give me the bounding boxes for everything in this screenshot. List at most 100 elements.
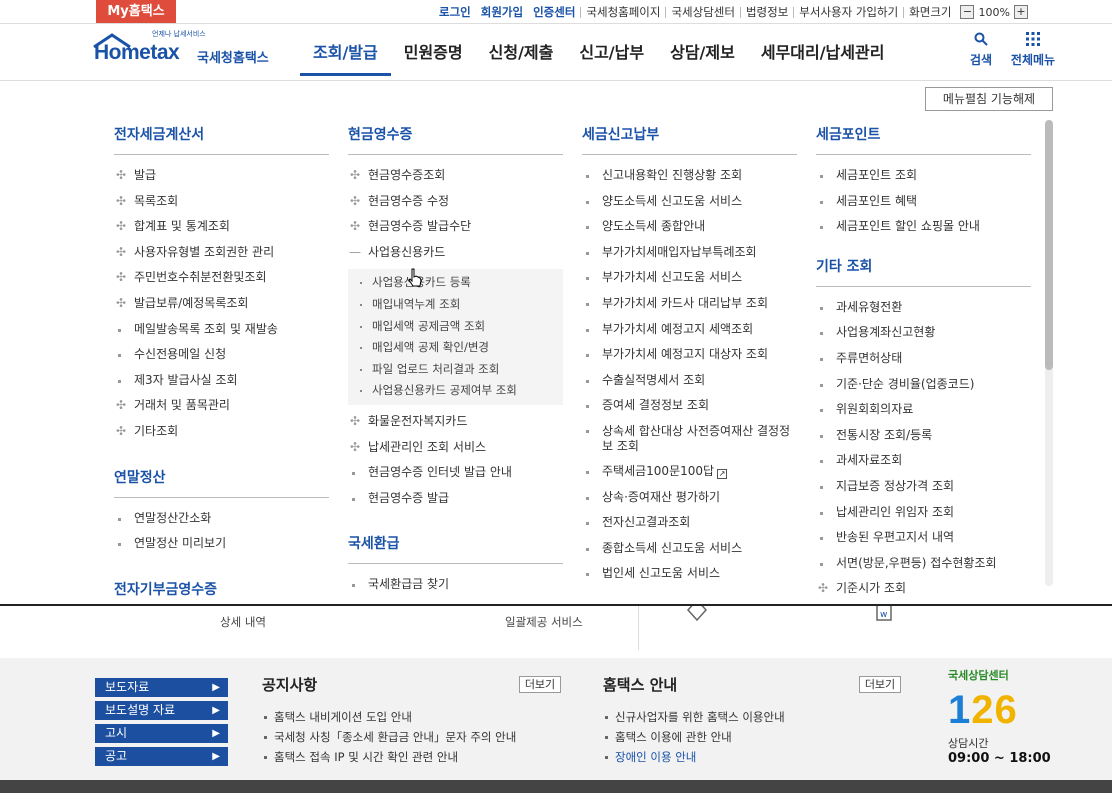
menu-item[interactable]: 상속·증여재산 평가하기	[582, 485, 797, 511]
menu-item[interactable]: ✣ 현금영수증 발급수단	[348, 214, 563, 240]
notice-item[interactable]: 국세청 사칭「종소세 환급금 안내」문자 주의 안내	[262, 729, 516, 745]
notice-item[interactable]: 홈택스 접속 IP 및 시간 확인 관련 안내	[262, 749, 458, 765]
section-title[interactable]: 전자세금계산서	[114, 124, 329, 155]
dept-user-signup-link[interactable]: 부서사용자 가입하기	[794, 4, 903, 20]
guide-more-button[interactable]: 더보기	[859, 676, 901, 693]
menu-item[interactable]: ✣ 거래처 및 품목관리	[114, 393, 329, 419]
menu-tax-agent[interactable]: 세무대리/납세관리	[748, 25, 898, 81]
menu-item[interactable]: 양도소득세 신고도움 서비스	[582, 189, 797, 215]
menu-item[interactable]: ✣ 납세관리인 조회 서비스	[348, 435, 563, 461]
menu-item[interactable]: 납세관리인 위임자 조회	[816, 500, 1031, 526]
press-release-button[interactable]: 보도자료 ▶	[95, 678, 228, 697]
menu-item[interactable]: 부가가치세 신고도움 서비스	[582, 265, 797, 291]
menu-item[interactable]: 수신전용메일 신청	[114, 342, 329, 368]
menu-item[interactable]: ✣ 목록조회	[114, 189, 329, 215]
menu-item[interactable]: 메일발송목록 조회 및 재발송	[114, 317, 329, 343]
menu-item[interactable]: 종합소득세 신고도움 서비스	[582, 536, 797, 562]
menu-item[interactable]: 기준·단순 경비율(업종코드)	[816, 372, 1031, 398]
submenu-item[interactable]: 파일 업로드 처리결과 조회	[348, 359, 563, 381]
guide-item[interactable]: 홈택스 이용에 관한 안내	[603, 729, 732, 745]
announcement-button[interactable]: 공고 ▶	[95, 747, 228, 766]
menu-item[interactable]: ✣ 발급	[114, 163, 329, 189]
menu-item[interactable]: 사업용계좌신고현황	[816, 320, 1031, 346]
menu-item[interactable]: 상속세 합산대상 사전증여재산 결정정보 조회	[582, 419, 797, 459]
menu-item[interactable]: 지급보증 정상가격 조회	[816, 474, 1031, 500]
search-button[interactable]: 검색	[955, 31, 1007, 68]
menu-item[interactable]: ✣ 사용자유형별 조회권한 관리	[114, 240, 329, 266]
menu-item[interactable]: ✣ 주민번호수취분전환및조회	[114, 265, 329, 291]
my-hometax-tab[interactable]: My홈택스	[96, 0, 176, 23]
menu-item[interactable]: 신고내용확인 진행상황 조회	[582, 163, 797, 189]
menu-item[interactable]: 세금포인트 혜택	[816, 189, 1031, 215]
menu-item[interactable]: 주택세금100문100답 ↗	[582, 459, 797, 485]
notice-button[interactable]: 고시 ▶	[95, 724, 228, 743]
panel-scrollbar[interactable]	[1045, 120, 1053, 586]
menu-item[interactable]: 과세유형전환	[816, 295, 1031, 321]
menu-item[interactable]: 부가가치세 예정고지 세액조회	[582, 317, 797, 343]
menu-item[interactable]: 부가가치세매입자납부특례조회	[582, 240, 797, 266]
menu-item[interactable]: 세금포인트 조회	[816, 163, 1031, 189]
menu-item[interactable]: 과세자료조회	[816, 448, 1031, 474]
menu-item[interactable]: 증여세 결정정보 조회	[582, 393, 797, 419]
menu-item[interactable]: 주류면허상태	[816, 346, 1031, 372]
menu-item[interactable]: 부가가치세 카드사 대리납부 조회	[582, 291, 797, 317]
menu-item[interactable]: 제3자 발급사실 조회	[114, 368, 329, 394]
menu-item[interactable]: 세금포인트 할인 쇼핑몰 안내	[816, 214, 1031, 240]
signup-link[interactable]: 회원가입	[476, 4, 528, 20]
menu-item[interactable]: 양도소득세 종합안내	[582, 214, 797, 240]
menu-apply-submit[interactable]: 신청/제출	[476, 25, 567, 81]
notice-item[interactable]: 홈택스 내비게이션 도입 안내	[262, 709, 412, 725]
section-title[interactable]: 국세환급	[348, 533, 563, 565]
menu-item[interactable]: 위원회회의자료	[816, 397, 1031, 423]
menu-item[interactable]: ✣ 현금영수증 수정	[348, 189, 563, 215]
hometax-logo[interactable]: 언제나 납세서비스 Hometax 국세청홈택스	[92, 29, 276, 73]
menu-item[interactable]: 전통시장 조회/등록	[816, 423, 1031, 449]
menu-item[interactable]: 연말정산간소화	[114, 506, 329, 532]
guide-item[interactable]: 신규사업자를 위한 홈택스 이용안내	[603, 709, 785, 725]
submenu-item[interactable]: 매입세액 공제금액 조회	[348, 316, 563, 338]
section-title[interactable]: 전자기부금영수증	[114, 579, 329, 609]
menu-item[interactable]: 반송된 우편고지서 내역	[816, 525, 1031, 551]
disable-menu-expand-button[interactable]: 메뉴펼침 기능해제	[925, 87, 1053, 111]
section-title[interactable]: 기타 조회	[816, 256, 1031, 287]
menu-civil-certificate[interactable]: 민원증명	[391, 25, 476, 81]
consult-center-link[interactable]: 국세상담센터	[666, 4, 739, 20]
menu-item[interactable]: 현금영수증 인터넷 발급 안내	[348, 460, 563, 486]
menu-item[interactable]: 법인세 신고도움 서비스	[582, 561, 797, 587]
guide-item[interactable]: 장애인 이용 안내	[603, 749, 696, 765]
section-title[interactable]: 연말정산	[114, 467, 329, 498]
call-center-banner[interactable]: 국세상담센터 126 상담시간 09:00 ~ 18:00	[948, 667, 1058, 775]
scrollbar-thumb[interactable]	[1045, 120, 1053, 370]
menu-inquiry-issue[interactable]: 조회/발급	[300, 25, 391, 76]
menu-item[interactable]: 국세환급금 찾기	[348, 572, 563, 598]
menu-consult-report[interactable]: 상담/제보	[657, 25, 748, 81]
menu-item-expanded[interactable]: — 사업용신용카드	[348, 240, 563, 266]
law-info-link[interactable]: 법령정보	[741, 4, 793, 20]
menu-item[interactable]: ✣ 화물운전자복지카드	[348, 409, 563, 435]
section-title[interactable]: 세금포인트	[816, 124, 1031, 155]
notice-more-button[interactable]: 더보기	[519, 676, 561, 693]
menu-item[interactable]: 연말정산 미리보기	[114, 531, 329, 557]
section-title[interactable]: 세금신고납부	[582, 124, 797, 155]
press-explanation-button[interactable]: 보도설명 자료 ▶	[95, 701, 228, 720]
nts-homepage-link[interactable]: 국세청홈페이지	[581, 4, 665, 20]
menu-item[interactable]: ✣ 현금영수증조회	[348, 163, 563, 189]
submenu-item[interactable]: 매입내역누계 조회	[348, 294, 563, 316]
login-link[interactable]: 로그인	[434, 4, 476, 20]
menu-item[interactable]: ✣ 합계표 및 통계조회	[114, 214, 329, 240]
submenu-item[interactable]: 매입세액 공제 확인/변경	[348, 337, 563, 359]
menu-item[interactable]: ✣ 발급보류/예정목록조회	[114, 291, 329, 317]
submenu-item[interactable]: 사업용신용카드 등록	[348, 272, 563, 294]
menu-item[interactable]: 현금영수증 발급	[348, 486, 563, 512]
zoom-out-button[interactable]: −	[960, 5, 975, 19]
menu-item[interactable]: 수출실적명세서 조회	[582, 368, 797, 394]
menu-item[interactable]: ✣ 기준시가 조회	[816, 576, 1031, 602]
menu-item[interactable]: 부가가치세 예정고지 대상자 조회	[582, 342, 797, 368]
menu-item[interactable]: 서면(방문,우편등) 접수현황조회	[816, 551, 1031, 577]
zoom-in-button[interactable]: +	[1013, 5, 1028, 19]
section-title[interactable]: 현금영수증	[348, 124, 563, 155]
cert-center-link[interactable]: 인증센터	[528, 4, 580, 20]
menu-item[interactable]: ✣ 기타조회	[114, 419, 329, 445]
strip-label[interactable]: 일괄제공 서비스	[505, 614, 583, 630]
all-menu-button[interactable]: 전체메뉴	[1007, 31, 1059, 68]
